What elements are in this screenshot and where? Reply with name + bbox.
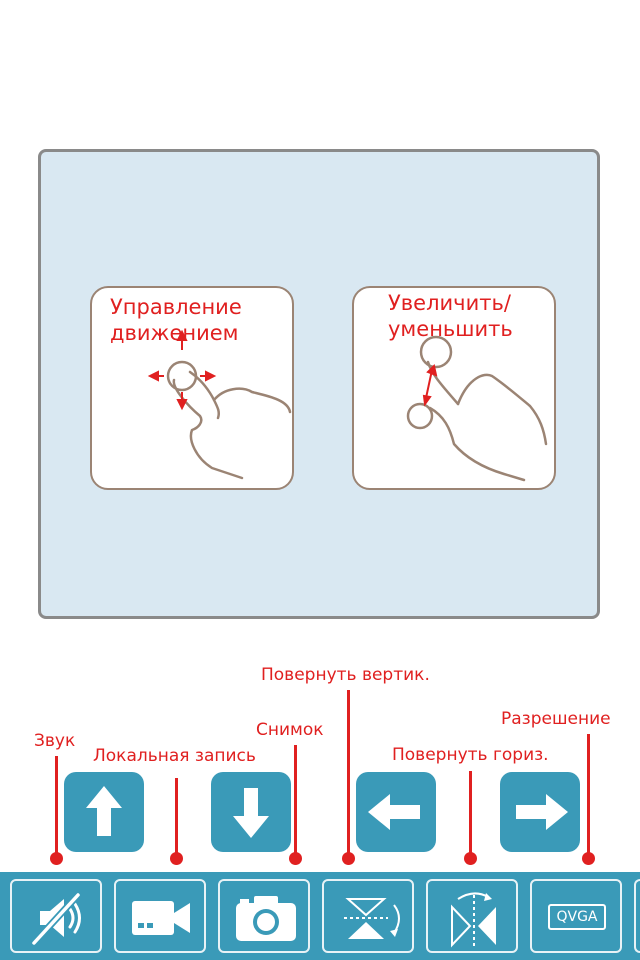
local-record-button[interactable] bbox=[114, 879, 206, 953]
move-gesture-card: Управление движением bbox=[90, 286, 294, 490]
record-pointer-dot bbox=[170, 852, 183, 865]
flip-vertical-callout: Повернуть вертик. bbox=[261, 665, 430, 685]
local-record-callout: Локальная запись bbox=[93, 746, 256, 766]
move-down-button[interactable] bbox=[211, 772, 291, 852]
flip-vertical-pointer-line bbox=[347, 690, 350, 856]
flip-horizontal-button[interactable] bbox=[426, 879, 518, 953]
resolution-callout: Разрешение bbox=[501, 709, 611, 729]
resolution-pointer-line bbox=[587, 734, 590, 856]
flip-horizontal-callout: Повернуть гориз. bbox=[392, 745, 549, 765]
video-camera-icon bbox=[132, 901, 190, 935]
bottom-toolbar: QVGA bbox=[0, 872, 640, 960]
sound-callout: Звук bbox=[34, 731, 76, 751]
arrow-right-icon bbox=[516, 794, 568, 830]
move-up-button[interactable] bbox=[64, 772, 144, 852]
snapshot-callout: Снимок bbox=[256, 720, 324, 740]
toolbar-next-button[interactable] bbox=[634, 879, 640, 953]
snapshot-pointer-line bbox=[294, 745, 297, 856]
sound-pointer-line bbox=[55, 756, 58, 856]
resolution-label: QVGA bbox=[548, 904, 606, 930]
flip-horizontal-pointer-dot bbox=[464, 852, 477, 865]
zoom-gesture-card: Увеличить/ уменьшить bbox=[352, 286, 556, 490]
mute-icon bbox=[31, 892, 81, 946]
flip-vertical-icon bbox=[344, 898, 400, 939]
move-left-button[interactable] bbox=[356, 772, 436, 852]
sound-pointer-dot bbox=[50, 852, 63, 865]
flip-horizontal-icon bbox=[451, 892, 496, 949]
arrow-down-icon bbox=[233, 788, 269, 838]
snapshot-pointer-dot bbox=[289, 852, 302, 865]
camera-icon bbox=[236, 896, 296, 941]
flip-vertical-pointer-dot bbox=[342, 852, 355, 865]
pinch-gesture-icon bbox=[406, 335, 548, 482]
move-right-button[interactable] bbox=[500, 772, 580, 852]
sound-button[interactable] bbox=[10, 879, 102, 953]
snapshot-button[interactable] bbox=[218, 879, 310, 953]
flip-horizontal-pointer-line bbox=[469, 771, 472, 856]
pan-gesture-icon bbox=[147, 329, 292, 480]
arrow-up-icon bbox=[86, 786, 122, 836]
resolution-pointer-dot bbox=[582, 852, 595, 865]
resolution-button[interactable]: QVGA bbox=[530, 879, 622, 953]
flip-vertical-button[interactable] bbox=[322, 879, 414, 953]
gesture-help-panel: Управление движением Увеличить/ уменьшит… bbox=[38, 149, 600, 619]
arrow-left-icon bbox=[368, 794, 420, 830]
record-pointer-line bbox=[175, 778, 178, 856]
